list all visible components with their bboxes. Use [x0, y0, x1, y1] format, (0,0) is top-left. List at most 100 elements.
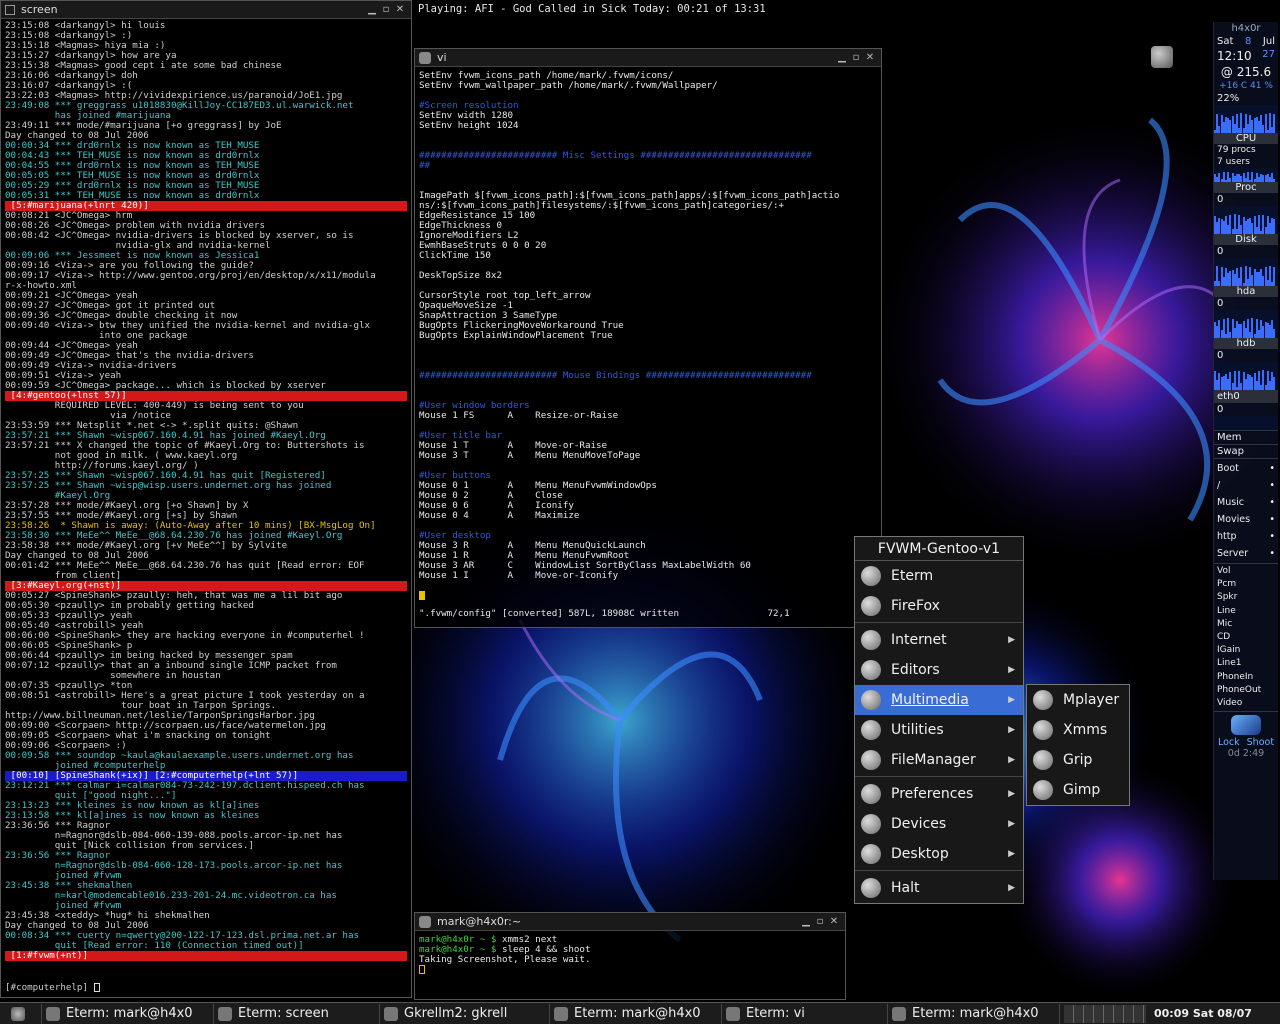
- taskbar-task[interactable]: Eterm: screen: [214, 1003, 380, 1024]
- gk-mount-label: Server: [1217, 548, 1249, 559]
- gk-mixer-channel[interactable]: PhoneIn: [1217, 671, 1275, 684]
- gk-date-num: 8: [1244, 36, 1252, 47]
- gk-mixer-channel[interactable]: Vol: [1217, 565, 1275, 578]
- minimize-button[interactable]: ▁: [835, 52, 849, 63]
- window-menu-icon[interactable]: [419, 51, 431, 64]
- maximize-button[interactable]: ▫: [379, 4, 393, 15]
- menu-item-utilities[interactable]: Utilities ▶: [855, 715, 1023, 745]
- irc-input-prompt: [#computerhelp]: [5, 982, 94, 993]
- desktop-icon: [861, 844, 881, 864]
- close-button[interactable]: ✕: [863, 52, 877, 63]
- menu-item-halt[interactable]: Halt ▶: [855, 873, 1023, 903]
- taskbar-task[interactable]: Eterm: mark@h4x0: [888, 1003, 1060, 1024]
- vi-line: [419, 351, 877, 361]
- gk-mixer-channel[interactable]: Spkr: [1217, 591, 1275, 604]
- gk-mount-item[interactable]: http •: [1217, 528, 1275, 545]
- taskbar-task[interactable]: Eterm: mark@h4x0: [42, 1003, 214, 1024]
- chevron-right-icon: ▶: [1008, 819, 1015, 829]
- gk-screenshot[interactable]: Lock Shoot 0d 2:49: [1214, 711, 1278, 760]
- menu-item-eterm[interactable]: Eterm: [855, 561, 1023, 591]
- vi-line: DeskTopSize 8x2: [419, 270, 502, 281]
- close-button[interactable]: ✕: [827, 916, 841, 927]
- taskbar-task[interactable]: Gkrellm2: gkrell: [380, 1003, 550, 1024]
- halt-icon: [861, 878, 881, 898]
- gk-mixer-channel[interactable]: Mic: [1217, 618, 1275, 631]
- submenu-item-label: Grip: [1063, 752, 1093, 768]
- menu-item-desktop[interactable]: Desktop ▶: [855, 839, 1023, 869]
- mount-toggle-icon[interactable]: •: [1269, 460, 1275, 477]
- close-button[interactable]: ✕: [393, 4, 407, 15]
- vi-window[interactable]: vi ▁ ▫ ✕ SetEnv fvwm_icons_path /home/ma…: [414, 48, 882, 628]
- gk-cpu-chart: [1214, 105, 1278, 133]
- menu-item-label: Eterm: [891, 568, 934, 584]
- pager[interactable]: [1064, 1004, 1146, 1023]
- mount-toggle-icon[interactable]: •: [1269, 528, 1275, 545]
- gk-temp-value: @ 215.6: [1220, 65, 1272, 79]
- window-menu-icon[interactable]: [419, 915, 431, 928]
- gk-mount-item[interactable]: Music •: [1217, 494, 1275, 511]
- gk-mount-item[interactable]: Movies •: [1217, 511, 1275, 528]
- menu-item-devices[interactable]: Devices ▶: [855, 809, 1023, 839]
- gimp-icon: [1033, 780, 1053, 800]
- irc-input[interactable]: [#computerhelp]: [1, 981, 411, 995]
- menu-item-firefox[interactable]: FireFox: [855, 591, 1023, 621]
- submenu-item-label: Xmms: [1063, 722, 1108, 738]
- vi-buffer[interactable]: SetEnv fvwm_icons_path /home/mark/.fvwm/…: [415, 67, 881, 607]
- minimize-button[interactable]: ▁: [799, 916, 813, 927]
- maximize-button[interactable]: ▫: [849, 52, 863, 63]
- gk-month: Jul: [1262, 36, 1275, 47]
- multimedia-icon: [861, 690, 881, 710]
- gk-mount-item[interactable]: Boot •: [1217, 460, 1275, 477]
- gk-lock-button[interactable]: Lock: [1218, 737, 1240, 748]
- gk-mem: Mem: [1214, 430, 1278, 444]
- gk-mixer-channel[interactable]: Video: [1217, 697, 1275, 710]
- taskbar-task-label: Eterm: mark@h4x0: [66, 1006, 193, 1021]
- shell-titlebar[interactable]: mark@h4x0r:~ ▁ ▫ ✕: [415, 913, 845, 931]
- vi-line: ######################### Misc Settings …: [419, 150, 812, 161]
- start-button[interactable]: [0, 1003, 42, 1024]
- submenu-item-grip[interactable]: Grip: [1027, 745, 1129, 775]
- submenu-item-gimp[interactable]: Gimp: [1027, 775, 1129, 805]
- menu-item-editors[interactable]: Editors ▶: [855, 655, 1023, 685]
- gk-mixer-channel[interactable]: Line: [1217, 605, 1275, 618]
- menu-item-filemanager[interactable]: FileManager ▶: [855, 745, 1023, 775]
- taskbar-task[interactable]: Eterm: vi: [722, 1003, 888, 1024]
- submenu-item-mplayer[interactable]: Mplayer: [1027, 685, 1129, 715]
- irc-window[interactable]: screen ▁ ▫ ✕ 23:15:08 <darkangyl> hi lou…: [0, 0, 412, 998]
- desktop-app-icon[interactable]: [1151, 46, 1173, 68]
- vi-line: ##: [419, 160, 431, 171]
- maximize-button[interactable]: ▫: [813, 916, 827, 927]
- gk-mixer-channel[interactable]: Line1: [1217, 657, 1275, 670]
- irc-titlebar[interactable]: screen ▁ ▫ ✕: [1, 1, 411, 19]
- minimize-button[interactable]: ▁: [365, 4, 379, 15]
- menu-item-label: FireFox: [891, 598, 940, 614]
- gk-mount-item[interactable]: Server •: [1217, 545, 1275, 562]
- grip-icon: [1033, 750, 1053, 770]
- gk-mixer-channel[interactable]: IGain: [1217, 644, 1275, 657]
- menu-item-multimedia[interactable]: Multimedia ▶: [855, 685, 1023, 715]
- gk-mixer-channel[interactable]: PhoneOut: [1217, 684, 1275, 697]
- menu-item-preferences[interactable]: Preferences ▶: [855, 779, 1023, 809]
- mount-toggle-icon[interactable]: •: [1269, 511, 1275, 528]
- shell-cursor-icon: [419, 965, 425, 974]
- mount-toggle-icon[interactable]: •: [1269, 545, 1275, 562]
- gk-mixer-channel[interactable]: Pcm: [1217, 578, 1275, 591]
- window-menu-icon[interactable]: [5, 4, 15, 15]
- mount-toggle-icon[interactable]: •: [1269, 477, 1275, 494]
- shell-output[interactable]: mark@h4x0r ~ $ xmms2 next mark@h4x0r ~ $ …: [415, 931, 845, 976]
- gk-mixer-channel[interactable]: CD: [1217, 631, 1275, 644]
- mount-toggle-icon[interactable]: •: [1269, 494, 1275, 511]
- vi-statusline: ".fvwm/config" [converted] 587L, 18908C …: [419, 608, 790, 619]
- menu-item-internet[interactable]: Internet ▶: [855, 625, 1023, 655]
- menu-item-label: Editors: [891, 662, 940, 678]
- vi-titlebar[interactable]: vi ▁ ▫ ✕: [415, 49, 881, 67]
- gk-mount-item[interactable]: / •: [1217, 477, 1275, 494]
- submenu-item-xmms[interactable]: Xmms: [1027, 715, 1129, 745]
- gk-shoot-button[interactable]: Shoot: [1247, 737, 1274, 748]
- taskbar-task[interactable]: Eterm: mark@h4x0: [550, 1003, 722, 1024]
- gk-mem-label: Mem: [1217, 432, 1242, 443]
- shell-window[interactable]: mark@h4x0r:~ ▁ ▫ ✕ mark@h4x0r ~ $ xmms2 …: [414, 912, 846, 1000]
- gk-hda-row: 0: [1214, 297, 1278, 310]
- gk-load-value: 22%: [1217, 93, 1240, 104]
- xmms-icon: [1033, 720, 1053, 740]
